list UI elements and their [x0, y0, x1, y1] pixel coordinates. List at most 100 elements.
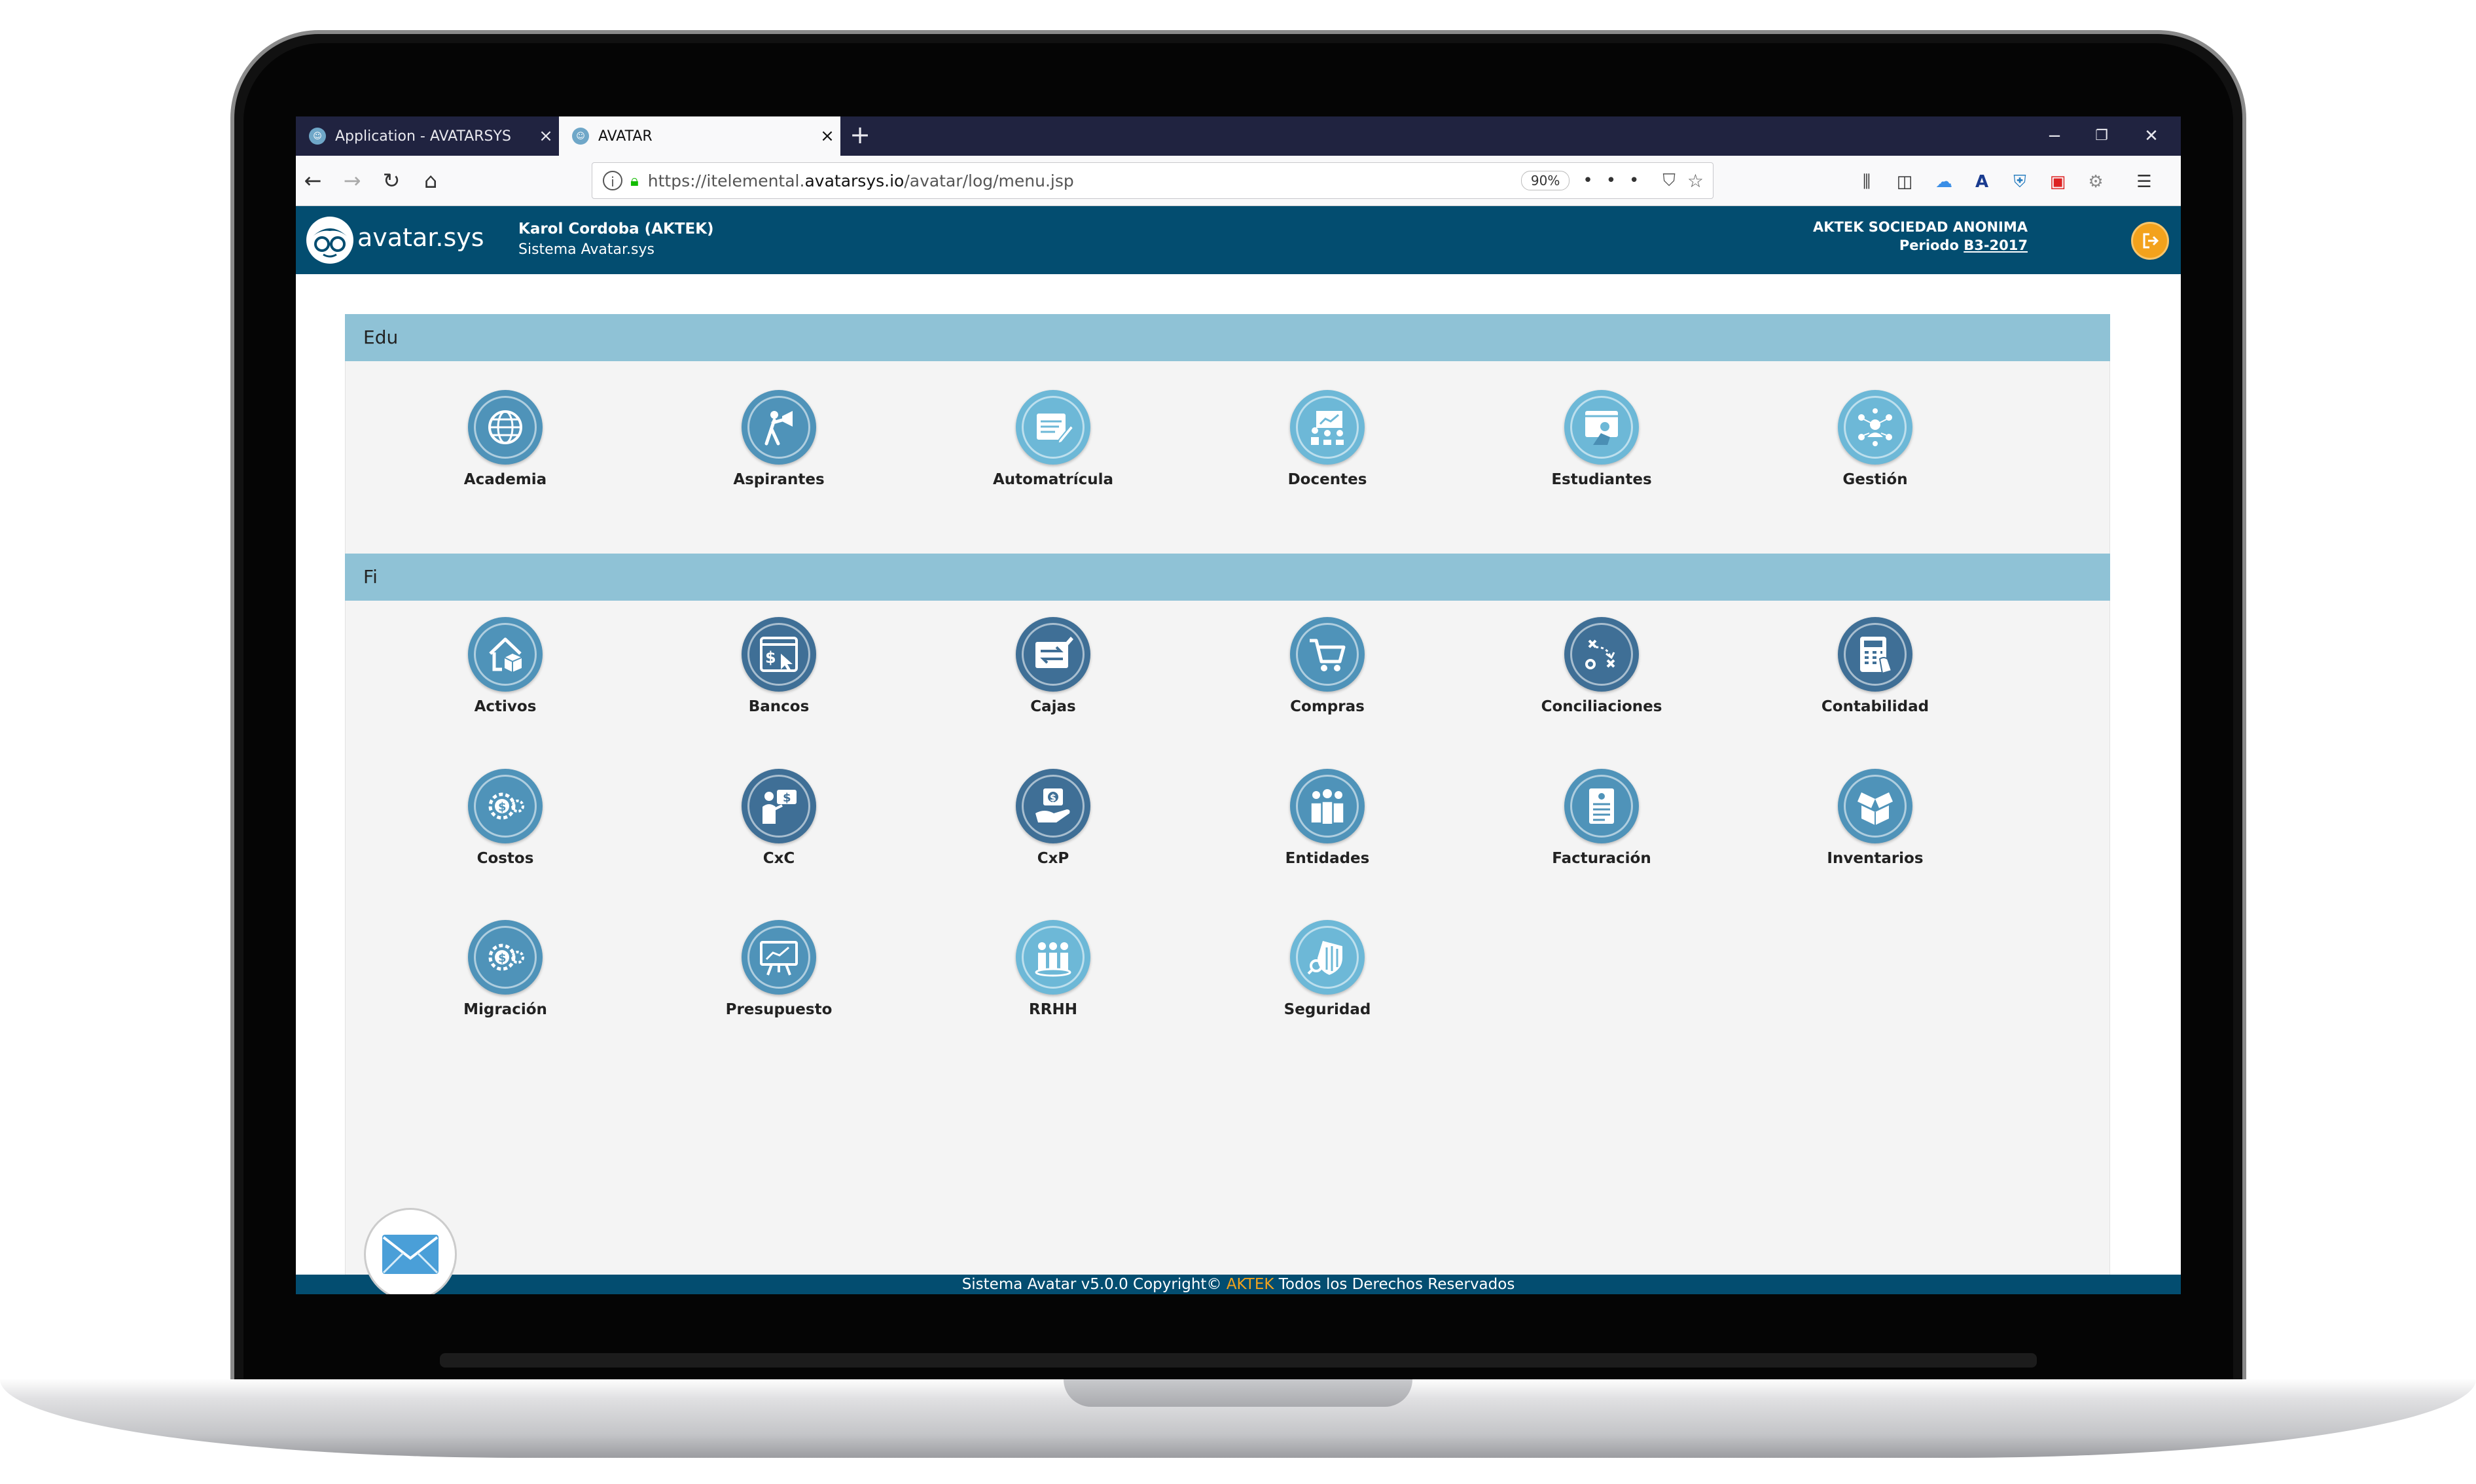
- calculator-icon[interactable]: [1838, 617, 1912, 692]
- person-megaphone-icon[interactable]: [742, 390, 816, 465]
- module-activos[interactable]: Activos: [420, 617, 590, 728]
- library-icon[interactable]: ⫼: [1855, 170, 1878, 194]
- logo-text[interactable]: avatar.sys: [357, 223, 484, 252]
- module-facturacion[interactable]: Facturación: [1516, 769, 1687, 880]
- invoice-icon[interactable]: [1564, 769, 1639, 843]
- avatar-logo-icon[interactable]: [306, 217, 353, 264]
- zoom-indicator[interactable]: 90%: [1520, 171, 1570, 190]
- module-rrhh[interactable]: RRHH: [968, 920, 1138, 1031]
- module-label[interactable]: RRHH: [1029, 1001, 1077, 1018]
- presentation-chart-icon[interactable]: [742, 920, 816, 995]
- font-extension-icon[interactable]: A: [1970, 170, 1994, 194]
- logout-button[interactable]: [2131, 222, 2169, 260]
- module-label[interactable]: Estudiantes: [1551, 471, 1651, 488]
- period-link[interactable]: B3-2017: [1964, 238, 2028, 253]
- form-edit-icon[interactable]: [1016, 390, 1090, 465]
- module-label[interactable]: Automatrícula: [993, 471, 1113, 488]
- boxes-icon[interactable]: [1838, 769, 1912, 843]
- module-label[interactable]: Cajas: [1030, 698, 1076, 715]
- forward-icon[interactable]: →: [336, 165, 368, 196]
- module-estudiantes[interactable]: Estudiantes: [1516, 390, 1687, 501]
- url-text[interactable]: https://itelemental.avatarsys.io/avatar/…: [648, 171, 1521, 190]
- reload-icon[interactable]: ↻: [376, 165, 407, 196]
- module-cxp[interactable]: $ CxP: [968, 769, 1138, 880]
- module-label[interactable]: Academia: [464, 471, 547, 488]
- module-bancos[interactable]: $ Bancos: [694, 617, 864, 728]
- house-box-icon[interactable]: [468, 617, 543, 692]
- module-cxc[interactable]: $ CxC: [694, 769, 864, 880]
- module-aspirantes[interactable]: Aspirantes: [694, 390, 864, 501]
- message-button[interactable]: [364, 1208, 457, 1294]
- sidebar-icon[interactable]: ◫: [1893, 170, 1916, 194]
- team-icon[interactable]: [1016, 920, 1090, 995]
- module-presupuesto[interactable]: Presupuesto: [694, 920, 864, 1031]
- restore-icon[interactable]: ❐: [2079, 123, 2125, 149]
- student-screen-icon[interactable]: [1564, 390, 1639, 465]
- person-money-icon[interactable]: $: [742, 769, 816, 843]
- tab-close-icon[interactable]: ×: [814, 126, 840, 146]
- section-header-edu: Edu: [345, 314, 2110, 361]
- globe-network-icon[interactable]: [468, 390, 543, 465]
- module-label[interactable]: CxC: [763, 850, 795, 867]
- module-academia[interactable]: Academia: [420, 390, 590, 501]
- new-tab-icon[interactable]: +: [846, 122, 874, 150]
- shield-extension-icon[interactable]: ⛨: [2008, 170, 2032, 194]
- module-gestion[interactable]: Gestión: [1790, 390, 1960, 501]
- module-label[interactable]: CxP: [1037, 850, 1069, 867]
- address-bar[interactable]: i 🔒︎ https://itelemental.avatarsys.io/av…: [592, 162, 1713, 199]
- cloud-extension-icon[interactable]: ☁: [1932, 170, 1956, 194]
- dollar-gear-icon[interactable]: $: [468, 920, 543, 995]
- minimize-icon[interactable]: −: [2032, 123, 2077, 149]
- people-network-icon[interactable]: [1838, 390, 1912, 465]
- module-entidades[interactable]: Entidades: [1242, 769, 1412, 880]
- shield-icon[interactable]: [1290, 920, 1365, 995]
- module-contabilidad[interactable]: Contabilidad: [1790, 617, 1960, 728]
- module-label[interactable]: Gestión: [1842, 471, 1907, 488]
- module-label[interactable]: Migración: [463, 1001, 547, 1018]
- pocket-icon[interactable]: ⛉: [1662, 171, 1676, 191]
- module-seguridad[interactable]: Seguridad: [1242, 920, 1412, 1031]
- module-costos[interactable]: $ Costos: [420, 769, 590, 880]
- module-compras[interactable]: Compras: [1242, 617, 1412, 728]
- tab-application-avatarsys[interactable]: ☺ Application - AVATARSYS ×: [296, 116, 559, 156]
- module-label[interactable]: Facturación: [1552, 850, 1651, 867]
- module-docentes[interactable]: Docentes: [1242, 390, 1412, 501]
- menu-icon[interactable]: ☰: [2132, 170, 2156, 194]
- dollar-window-icon[interactable]: $: [742, 617, 816, 692]
- module-automatricula[interactable]: Automatrícula: [968, 390, 1138, 501]
- module-conciliaciones[interactable]: Conciliaciones: [1516, 617, 1687, 728]
- module-label[interactable]: Aspirantes: [733, 471, 824, 488]
- hand-money-icon[interactable]: $: [1016, 769, 1090, 843]
- module-label[interactable]: Costos: [477, 850, 534, 867]
- module-label[interactable]: Inventarios: [1827, 850, 1923, 867]
- shopping-cart-icon[interactable]: [1290, 617, 1365, 692]
- module-label[interactable]: Bancos: [749, 698, 810, 715]
- tab-close-icon[interactable]: ×: [533, 126, 559, 146]
- module-label[interactable]: Docentes: [1288, 471, 1367, 488]
- module-label[interactable]: Activos: [475, 698, 537, 715]
- module-label[interactable]: Seguridad: [1284, 1001, 1371, 1018]
- footer-brand-link[interactable]: AKTEK: [1227, 1276, 1274, 1293]
- bookmark-star-icon[interactable]: ☆: [1687, 170, 1704, 192]
- record-extension-icon[interactable]: ▣: [2046, 170, 2070, 194]
- module-label[interactable]: Presupuesto: [726, 1001, 833, 1018]
- module-migracion[interactable]: $ Migración: [420, 920, 590, 1031]
- module-label[interactable]: Conciliaciones: [1541, 698, 1662, 715]
- strategy-icon[interactable]: [1564, 617, 1639, 692]
- site-info-icon[interactable]: i: [603, 171, 622, 190]
- module-cajas[interactable]: Cajas: [968, 617, 1138, 728]
- home-icon[interactable]: ⌂: [415, 165, 446, 196]
- window-close-icon[interactable]: ✕: [2128, 123, 2174, 149]
- settings-extension-icon[interactable]: ⚙: [2084, 170, 2108, 194]
- back-icon[interactable]: ←: [297, 165, 329, 196]
- module-label[interactable]: Compras: [1290, 698, 1365, 715]
- group-icon[interactable]: [1290, 769, 1365, 843]
- page-actions-icon[interactable]: •••: [1583, 171, 1652, 190]
- teacher-board-icon[interactable]: [1290, 390, 1365, 465]
- module-label[interactable]: Entidades: [1285, 850, 1370, 867]
- dollar-gear-icon[interactable]: $: [468, 769, 543, 843]
- module-inventarios[interactable]: Inventarios: [1790, 769, 1960, 880]
- cash-exchange-icon[interactable]: [1016, 617, 1090, 692]
- module-label[interactable]: Contabilidad: [1821, 698, 1929, 715]
- tab-avatar[interactable]: ☺ AVATAR ×: [559, 116, 840, 156]
